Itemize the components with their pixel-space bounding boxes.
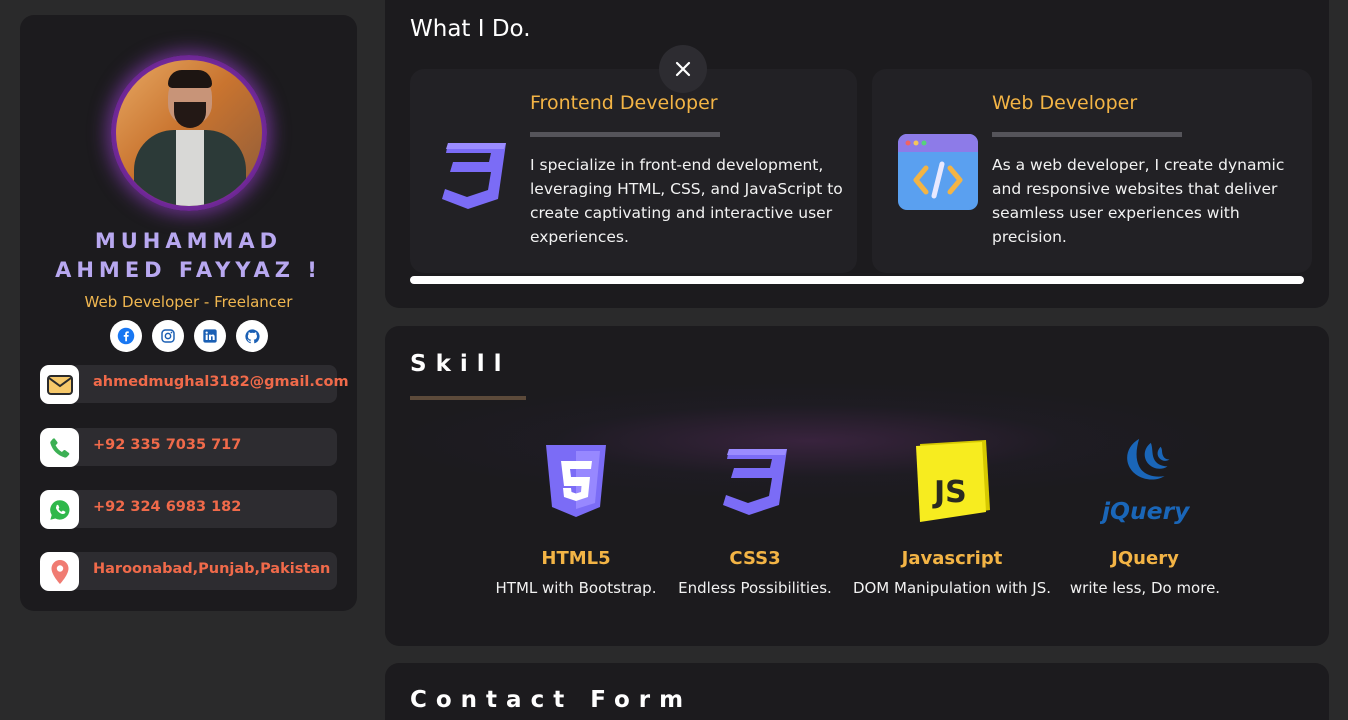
close-icon: [675, 61, 691, 77]
skill-item: jQuery JQuery write less, Do more.: [1045, 436, 1245, 597]
carousel-scrollbar[interactable]: [410, 276, 1304, 284]
contact-email-value: ahmedmughal3182@gmail.com: [93, 374, 349, 390]
profile-name-line1: MUHAMMAD: [94, 229, 283, 253]
github-icon: [244, 328, 260, 343]
skill-description: Endless Possibilities.: [678, 579, 832, 597]
contact-whatsapp[interactable]: +92 324 6983 182: [40, 490, 337, 529]
css3-icon: [710, 436, 800, 526]
service-card: Web Developer As a web developer, I crea…: [872, 69, 1312, 273]
profile-name: MUHAMMAD AHMED FAYYAZ !: [20, 227, 357, 285]
service-description: As a web developer, I create dynamic and…: [992, 156, 1285, 246]
skill-section: Skill HTML5 HTML with Bootstrap. CSS3 En…: [385, 326, 1329, 646]
contact-phone-value: +92 335 7035 717: [93, 437, 242, 453]
close-button[interactable]: [659, 45, 707, 93]
contact-email[interactable]: ahmedmughal3182@gmail.com: [40, 365, 349, 404]
javascript-icon: JS: [907, 436, 997, 526]
service-divider: [992, 132, 1182, 137]
service-title: Frontend Developer: [530, 92, 718, 114]
jquery-icon: jQuery: [1100, 436, 1190, 526]
whatsapp-icon: [40, 490, 79, 529]
section-underline: [410, 396, 526, 400]
skill-name: CSS3: [729, 548, 781, 569]
section-title: Skill: [410, 351, 511, 377]
instagram-link[interactable]: [152, 320, 184, 352]
contact-whatsapp-value: +92 324 6983 182: [93, 499, 242, 515]
social-links: [110, 320, 268, 352]
skill-item: CSS3 Endless Possibilities.: [655, 436, 855, 597]
contact-form-section: Contact Form: [385, 663, 1329, 720]
svg-text:jQuery: jQuery: [1100, 497, 1190, 525]
skill-description: write less, Do more.: [1069, 579, 1221, 597]
skill-item: JS Javascript DOM Manipulation with JS.: [852, 436, 1052, 597]
service-description: I specialize in front-end development, l…: [530, 156, 843, 246]
skill-item: HTML5 HTML with Bootstrap.: [476, 436, 676, 597]
contact-location-value: Haroonabad,Punjab,Pakistan: [93, 561, 331, 577]
contact-location[interactable]: Haroonabad,Punjab,Pakistan: [40, 552, 337, 591]
facebook-icon: [117, 327, 135, 345]
phone-icon: [40, 428, 79, 467]
service-card: Frontend Developer I specialize in front…: [410, 69, 857, 273]
linkedin-link[interactable]: [194, 320, 226, 352]
html5-icon: [531, 436, 621, 526]
avatar: [111, 55, 267, 211]
location-icon: [40, 552, 79, 591]
skill-name: JQuery: [1111, 548, 1179, 569]
skill-name: HTML5: [541, 548, 611, 569]
instagram-icon: [161, 329, 175, 343]
github-link[interactable]: [236, 320, 268, 352]
profile-role: Web Developer - Freelancer: [84, 293, 293, 311]
facebook-link[interactable]: [110, 320, 142, 352]
profile-name-line2: AHMED FAYYAZ !: [55, 258, 322, 282]
code-window-icon: [896, 132, 980, 212]
service-divider: [530, 132, 720, 137]
linkedin-icon: [203, 329, 217, 343]
svg-text:JS: JS: [932, 475, 967, 510]
profile-card: MUHAMMAD AHMED FAYYAZ ! Web Developer - …: [20, 15, 357, 611]
skill-description: DOM Manipulation with JS.: [852, 579, 1052, 597]
css3-icon: [436, 139, 512, 211]
email-icon: [40, 365, 79, 404]
service-title: Web Developer: [992, 92, 1138, 114]
skill-name: Javascript: [901, 548, 1003, 569]
section-title: What I Do.: [410, 16, 531, 42]
contact-phone[interactable]: +92 335 7035 717: [40, 428, 337, 467]
what-i-do-section: What I Do. Frontend Developer I speciali…: [385, 0, 1329, 308]
section-title: Contact Form: [410, 687, 693, 713]
profile-photo: [116, 60, 262, 206]
skill-description: HTML with Bootstrap.: [495, 579, 657, 597]
